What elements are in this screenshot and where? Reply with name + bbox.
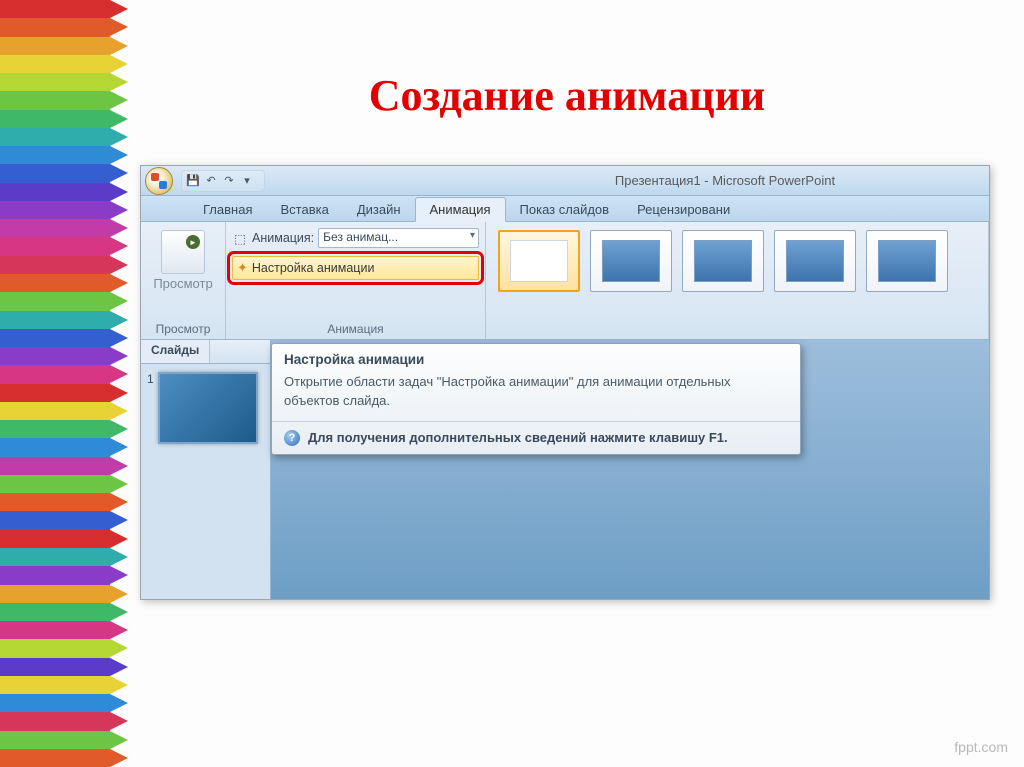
tooltip-help-text: Для получения дополнительных сведений на… [308,430,728,445]
transition-option-4[interactable] [866,230,948,292]
tab-insert[interactable]: Вставка [266,198,342,221]
window-title-text: Презентация1 - Microsoft PowerPoint [265,173,985,188]
transitions-group [486,222,989,339]
animation-dropdown[interactable]: Без анимац... [318,228,479,248]
tab-slideshow[interactable]: Показ слайдов [506,198,624,221]
slides-sidebar: Слайды 1 [141,340,271,600]
tooltip-body: Открытие области задач "Настройка анимац… [272,371,800,421]
powerpoint-screenshot: 💾 ↶ ↷ ▾ Презентация1 - Microsoft PowerPo… [140,165,990,600]
undo-icon[interactable]: ↶ [204,174,218,188]
slide-number: 1 [147,372,154,444]
tab-slides[interactable]: Слайды [141,340,210,363]
office-button[interactable] [145,167,173,195]
sidebar-tabs: Слайды [141,340,270,364]
transition-option-2[interactable] [682,230,764,292]
help-icon: ? [284,430,300,446]
tab-animation[interactable]: Анимация [415,197,506,222]
screen-tip: Настройка анимации Открытие области зада… [271,343,801,455]
tooltip-help: ? Для получения дополнительных сведений … [272,421,800,454]
quick-access-toolbar: 💾 ↶ ↷ ▾ [181,170,265,192]
animation-dropdown-row: ⬚ Анимация: Без анимац... [232,226,479,250]
ribbon-tabs: Главная Вставка Дизайн Анимация Показ сл… [141,196,989,222]
save-icon[interactable]: 💾 [186,174,200,188]
animation-group: ⬚ Анимация: Без анимац... ✦ Настройка ан… [226,222,486,339]
preview-group: Просмотр Просмотр [141,222,226,339]
redo-icon[interactable]: ↷ [222,174,236,188]
animation-label: Анимация: [252,231,314,245]
slide-thumbnail-item[interactable]: 1 [141,364,270,452]
transition-option-3[interactable] [774,230,856,292]
tab-review[interactable]: Рецензировани [623,198,744,221]
transitions-gallery [498,230,984,292]
custom-animation-button[interactable]: ✦ Настройка анимации [232,256,479,280]
slide-thumbnail [158,372,258,444]
preview-icon [161,230,205,274]
transition-option-1[interactable] [590,230,672,292]
animation-group-label: Анимация [232,320,479,339]
watermark: fppt.com [954,739,1008,755]
tab-home[interactable]: Главная [189,198,266,221]
window-titlebar: 💾 ↶ ↷ ▾ Презентация1 - Microsoft PowerPo… [141,166,989,196]
tooltip-title: Настройка анимации [272,344,800,371]
preview-button-label: Просмотр [147,276,219,291]
preview-button[interactable]: Просмотр [147,230,219,291]
tab-design[interactable]: Дизайн [343,198,415,221]
qat-dropdown-icon[interactable]: ▾ [240,174,254,188]
custom-animation-label: Настройка анимации [252,261,375,275]
animation-row-icon: ⬚ [232,230,248,246]
preview-group-label: Просмотр [147,320,219,339]
slide-title: Создание анимации [0,70,1024,121]
star-icon: ✦ [237,260,248,276]
transition-none[interactable] [498,230,580,292]
ribbon-body: Просмотр Просмотр ⬚ Анимация: Без анимац… [141,222,989,340]
